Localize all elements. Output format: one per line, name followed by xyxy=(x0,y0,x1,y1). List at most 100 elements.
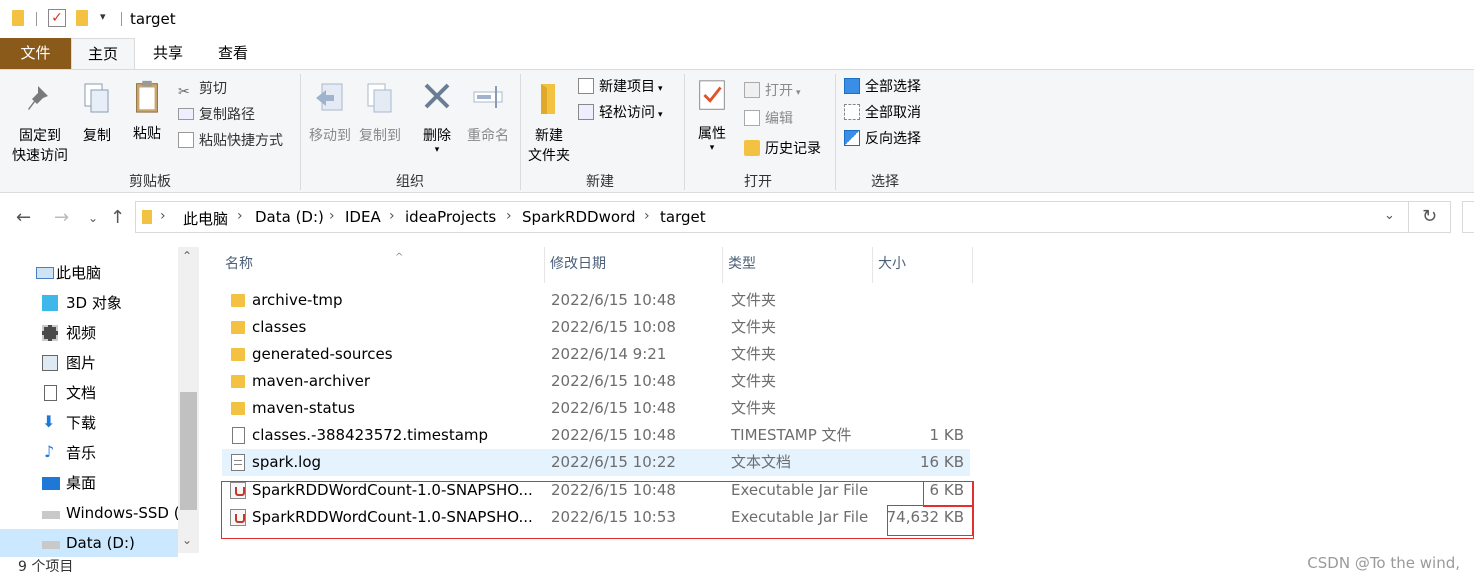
invert-selection-button[interactable]: 反向选择 xyxy=(844,128,921,150)
column-header-type[interactable]: 类型 xyxy=(723,247,873,283)
paste-shortcut-button[interactable]: 粘贴快捷方式 xyxy=(178,130,283,152)
select-none-button[interactable]: 全部取消 xyxy=(844,102,921,124)
breadcrumb-separator[interactable]: › xyxy=(644,208,650,224)
breadcrumb-this-pc[interactable]: 此电脑 xyxy=(183,208,228,229)
column-header-size[interactable]: 大小 xyxy=(873,247,973,283)
select-all-button[interactable]: 全部选择 xyxy=(844,76,921,98)
table-row[interactable]: classes.-388423572.timestamp 2022/6/15 1… xyxy=(222,422,970,449)
tab-home[interactable]: 主页 xyxy=(71,38,135,69)
breadcrumb-ideaprojects[interactable]: ideaProjects xyxy=(405,208,496,226)
open-button[interactable]: 打开 ▾ xyxy=(744,80,801,102)
group-separator xyxy=(684,74,685,190)
breadcrumb-data-drive[interactable]: Data (D:) xyxy=(255,208,324,226)
up-arrow-icon[interactable]: ↑ xyxy=(110,207,125,228)
properties-dropdown-icon[interactable]: ▾ xyxy=(692,144,732,153)
breadcrumb-separator[interactable]: › xyxy=(237,208,243,224)
download-icon: ⬇ xyxy=(42,412,56,431)
breadcrumb-separator[interactable]: › xyxy=(329,208,335,224)
copy-path-icon xyxy=(178,108,194,120)
annotation-box-large-size xyxy=(887,505,973,536)
paste-button[interactable]: 粘贴 xyxy=(128,78,166,144)
delete-button[interactable]: 删除 ▾ xyxy=(418,80,456,155)
title-bar: ✓ ▾ target xyxy=(0,0,1474,38)
pin-to-quick-access-button[interactable]: 固定到 快速访问 xyxy=(8,80,72,166)
tab-file[interactable]: 文件 xyxy=(0,38,71,69)
delete-dropdown-icon[interactable]: ▾ xyxy=(418,146,456,155)
properties-quick-icon[interactable]: ✓ xyxy=(48,9,66,27)
search-input[interactable] xyxy=(1462,201,1474,233)
recent-locations-chevron-icon[interactable]: ⌄ xyxy=(88,211,98,225)
annotation-box-jar-rows xyxy=(221,481,974,539)
nav-item-windows-ssd[interactable]: Windows-SSD ( xyxy=(0,499,180,527)
document-icon xyxy=(44,385,57,401)
breadcrumb-idea[interactable]: IDEA xyxy=(345,208,381,226)
desktop-icon xyxy=(42,477,60,490)
new-item-dropdown-icon: ▾ xyxy=(658,84,663,94)
properties-check-icon xyxy=(699,80,725,110)
easy-access-icon xyxy=(578,104,594,120)
copy-to-icon xyxy=(367,83,392,113)
rename-button[interactable]: 重命名 xyxy=(464,80,512,146)
nav-item-data-drive[interactable]: Data (D:) xyxy=(0,529,178,557)
nav-item-music[interactable]: ♪ 音乐 xyxy=(0,439,178,467)
breadcrumb-separator: › xyxy=(160,208,166,224)
edit-icon xyxy=(744,110,760,126)
scroll-up-chevron-icon[interactable]: ⌃ xyxy=(182,249,192,263)
history-button[interactable]: 历史记录 xyxy=(744,138,821,160)
new-item-button[interactable]: 新建项目 ▾ xyxy=(578,76,663,98)
breadcrumb-target[interactable]: target xyxy=(660,208,706,226)
table-row[interactable]: maven-archiver 2022/6/15 10:48 文件夹 xyxy=(222,368,970,395)
nav-item-pictures[interactable]: 图片 xyxy=(0,349,178,377)
table-row[interactable]: maven-status 2022/6/15 10:48 文件夹 xyxy=(222,395,970,422)
nav-item-desktop[interactable]: 桌面 xyxy=(0,469,178,497)
move-to-icon xyxy=(316,83,343,111)
table-row[interactable]: generated-sources 2022/6/14 9:21 文件夹 xyxy=(222,341,970,368)
status-item-count: 9 个项目 xyxy=(18,559,74,575)
copy-path-button[interactable]: 复制路径 xyxy=(178,104,255,126)
copy-to-button[interactable]: 复制到 xyxy=(356,80,404,146)
nav-item-documents[interactable]: 文档 xyxy=(0,379,178,407)
text-file-icon xyxy=(231,454,245,471)
cut-button[interactable]: ✂ 剪切 xyxy=(178,78,227,100)
column-header-name[interactable]: 名称 ^ xyxy=(220,247,545,283)
address-bar[interactable]: › 此电脑 › Data (D:) › IDEA › ideaProjects … xyxy=(135,201,1409,233)
easy-access-button[interactable]: 轻松访问 ▾ xyxy=(578,102,663,124)
folder-icon xyxy=(231,402,245,415)
edit-button[interactable]: 编辑 xyxy=(744,108,793,130)
organize-group-label: 组织 xyxy=(396,174,424,190)
nav-item-videos[interactable]: 视频 xyxy=(0,319,178,347)
customize-quick-access-icon[interactable]: ▾ xyxy=(100,10,106,23)
breadcrumb-separator[interactable]: › xyxy=(506,208,512,224)
select-all-icon xyxy=(844,78,860,94)
address-dropdown-chevron-icon[interactable]: ⌄ xyxy=(1384,208,1395,223)
pin-icon xyxy=(28,86,48,110)
tab-view[interactable]: 查看 xyxy=(205,38,261,69)
table-row[interactable]: spark.log 2022/6/15 10:22 文本文档 16 KB xyxy=(222,449,970,476)
refresh-icon[interactable]: ↻ xyxy=(1409,201,1451,233)
copy-button[interactable]: 复制 xyxy=(78,80,116,146)
folder-icon xyxy=(231,348,245,361)
nav-item-this-pc[interactable]: 此电脑 xyxy=(0,259,178,287)
forward-arrow-icon[interactable]: → xyxy=(54,207,69,228)
scrollbar-thumb[interactable] xyxy=(180,392,197,510)
move-to-button[interactable]: 移动到 xyxy=(305,80,355,146)
clipboard-icon xyxy=(136,80,158,113)
nav-item-3d-objects[interactable]: 3D 对象 xyxy=(0,289,178,317)
easy-access-dropdown-icon: ▾ xyxy=(658,110,663,120)
back-arrow-icon[interactable]: ← xyxy=(16,207,31,228)
new-folder-quick-icon[interactable] xyxy=(76,10,88,26)
breadcrumb-separator[interactable]: › xyxy=(389,208,395,224)
new-folder-icon xyxy=(541,84,555,114)
table-row[interactable]: archive-tmp 2022/6/15 10:48 文件夹 xyxy=(222,287,970,314)
table-row[interactable]: classes 2022/6/15 10:08 文件夹 xyxy=(222,314,970,341)
properties-button[interactable]: 属性 ▾ xyxy=(692,78,732,153)
select-group-label: 选择 xyxy=(871,174,899,190)
new-folder-button[interactable]: 新建 文件夹 xyxy=(524,80,574,166)
breadcrumb-sparkrddword[interactable]: SparkRDDword xyxy=(522,208,635,226)
scroll-down-chevron-icon[interactable]: ⌄ xyxy=(182,533,192,547)
ribbon-tabs: 文件 主页 共享 查看 xyxy=(0,38,1474,69)
tab-share[interactable]: 共享 xyxy=(141,38,195,69)
nav-item-downloads[interactable]: ⬇ 下载 xyxy=(0,409,178,437)
column-header-date[interactable]: 修改日期 xyxy=(545,247,723,283)
nav-pane-scrollbar[interactable]: ⌃ ⌄ xyxy=(178,247,199,553)
